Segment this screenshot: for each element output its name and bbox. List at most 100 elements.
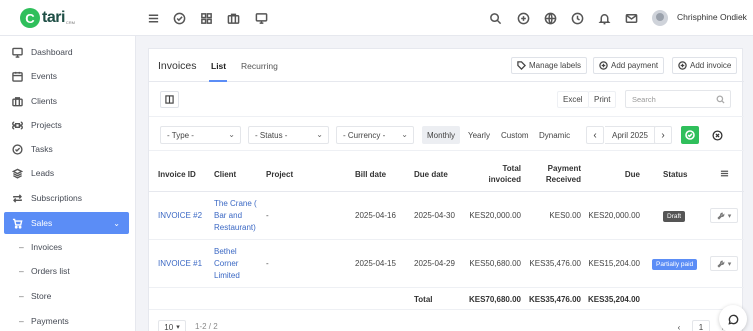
sidebar-item-label: Leads [31,168,55,178]
chevron-down-icon: ⌄ [113,218,120,228]
invoice-id-link[interactable]: INVOICE #1 [158,258,202,270]
sidebar-subitem-orders-list[interactable]: – Orders list [0,260,136,282]
wrench-icon [717,212,725,220]
period-dynamic[interactable]: Dynamic [534,126,575,144]
header-due-date[interactable]: Due date [414,169,448,180]
header-status[interactable]: Status [663,169,687,180]
sidebar-item-subscriptions[interactable]: Subscriptions [0,187,136,209]
due-cell: KES20,000.00 [588,211,640,220]
print-button[interactable]: Print [588,91,617,108]
add-payment-label: Add payment [611,61,659,70]
menu-icon[interactable] [146,11,160,25]
columns-icon [165,95,174,104]
currency-select[interactable]: - Currency - ⌄ [336,126,414,144]
status-badge: Partially paid [652,259,698,270]
type-select[interactable]: - Type - ⌄ [160,126,241,144]
monitor-icon [12,47,23,58]
status-badge: Draft [663,211,686,222]
chevron-down-icon: ▾ [727,212,732,220]
client-link[interactable]: The Crane ( Bar and Restaurant) [214,198,264,234]
chat-button[interactable] [719,305,747,331]
dash-icon: – [19,316,24,326]
sidebar-item-label: Events [31,71,57,81]
table-toolbar: Excel Print Search [149,82,744,117]
bell-icon[interactable] [597,11,611,25]
header-invoice-id[interactable]: Invoice ID [158,169,196,180]
header-due[interactable]: Due [589,169,640,180]
due-date-cell: 2025-04-30 [414,211,455,220]
row-actions-button[interactable]: ▾ [710,256,738,271]
sidebar-item-label: Projects [31,120,62,130]
check-circle-icon [12,143,23,155]
project-cell: - [266,211,269,220]
briefcase-icon[interactable] [226,11,240,25]
check-circle-icon [685,130,695,140]
month-selector[interactable]: April 2025 [605,126,655,144]
invoice-id-link[interactable]: INVOICE #2 [158,210,202,222]
wrench-icon [717,260,725,268]
globe-icon[interactable] [543,11,557,25]
header-total-invoiced-line1: Total [502,164,521,173]
columns-button[interactable] [160,91,179,108]
logo-text: tari [42,9,65,26]
excel-button[interactable]: Excel [557,91,589,108]
username[interactable]: Chrisphine Ondiek [677,12,747,22]
page-number-button[interactable]: 1 [692,320,710,331]
client-line: Limited [214,271,240,280]
total-invoiced-cell: KES20,000.00 [469,211,521,220]
period-custom[interactable]: Custom [496,126,534,144]
check-circle-icon[interactable] [172,11,186,25]
plus-circle-icon [599,61,608,70]
sidebar-item-label: Clients [31,96,57,106]
add-invoice-button[interactable]: Add invoice [672,57,738,74]
client-line: The Crane ( [214,199,257,208]
search-input[interactable]: Search [625,90,731,108]
sidebar-subitem-store[interactable]: – Store [0,285,136,307]
sidebar-subitem-payments[interactable]: – Payments [0,310,136,331]
sidebar-item-leads[interactable]: Leads [0,162,136,184]
command-icon [12,120,23,131]
logo[interactable]: C tari CRM [20,8,75,28]
page-size-select[interactable]: 10 ▾ [158,320,186,331]
prev-page-button[interactable]: ‹ [671,320,687,331]
header-total-invoiced[interactable]: Total invoiced [471,163,521,185]
period-monthly[interactable]: Monthly [422,126,461,144]
plus-circle-icon[interactable] [516,11,530,25]
header-project[interactable]: Project [266,169,293,180]
next-month-button[interactable]: › [654,126,672,144]
search-icon[interactable] [488,11,502,25]
sidebar-item-sales[interactable]: Sales ⌄ [4,212,129,234]
sidebar-subitem-invoices[interactable]: – Invoices [0,236,136,258]
sidebar-item-clients[interactable]: Clients [0,90,136,112]
clock-icon[interactable] [570,11,584,25]
header-payment-received[interactable]: Payment Received [529,163,581,185]
grid-icon[interactable] [199,11,213,25]
sidebar-item-projects[interactable]: Projects [0,114,136,136]
client-link[interactable]: Bethel Corner Limited [214,246,264,282]
status-select[interactable]: - Status - ⌄ [248,126,329,144]
header-bill-date[interactable]: Bill date [355,169,386,180]
mail-icon[interactable] [624,11,638,25]
header-client[interactable]: Client [214,169,236,180]
sidebar-item-tasks[interactable]: Tasks [0,138,136,160]
row-actions-button[interactable]: ▾ [710,208,738,223]
due-date-cell: 2025-04-29 [414,259,455,268]
apply-filter-button[interactable] [681,126,699,144]
period-yearly[interactable]: Yearly [463,126,495,144]
sidebar-item-dashboard[interactable]: Dashboard [0,41,136,63]
totals-due: KES35,204.00 [587,295,640,304]
clear-filter-button[interactable] [709,127,725,143]
tab-recurring[interactable]: Recurring [241,61,278,71]
sidebar-item-events[interactable]: Events [0,65,136,87]
avatar[interactable] [652,10,668,26]
dash-icon: – [19,266,24,276]
prev-month-button[interactable]: ‹ [586,126,604,144]
manage-labels-button[interactable]: Manage labels [511,57,588,74]
sidebar-item-label: Payments [31,316,69,326]
tab-list[interactable]: List [211,61,226,71]
monitor-icon[interactable] [254,11,268,25]
sidebar-item-label: Tasks [31,144,53,154]
search-icon [716,95,725,104]
add-payment-button[interactable]: Add payment [593,57,665,74]
menu-icon[interactable] [720,169,729,178]
